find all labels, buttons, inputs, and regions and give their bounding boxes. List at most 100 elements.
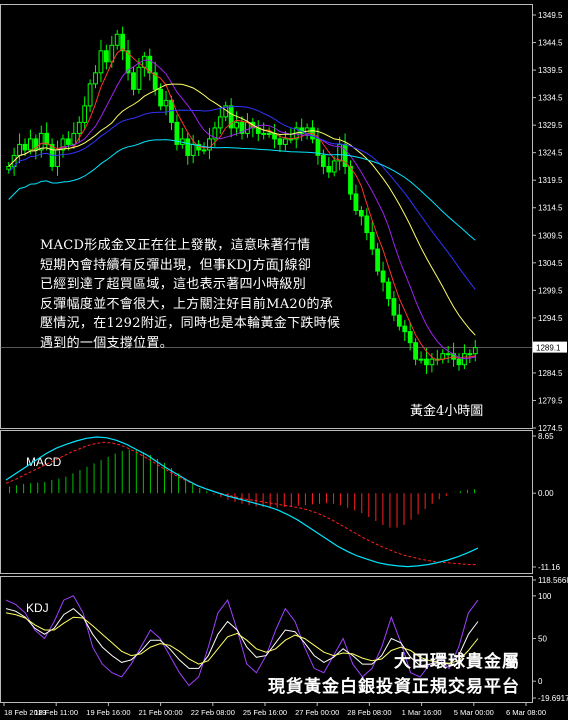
y-tick-label: 1349.5 <box>538 11 563 20</box>
y-tick-label: 1329.5 <box>538 121 563 130</box>
candle-body <box>456 358 462 366</box>
candle-body <box>190 143 196 156</box>
kdj-y-tick-label: -19.6917 <box>538 694 568 703</box>
commentary-line: 短期內會持續有反彈出現，但事KDJ方面J線卻 <box>40 257 312 273</box>
candle-body <box>234 121 239 129</box>
candle-body <box>440 353 446 360</box>
kdj-label: KDJ <box>26 601 49 615</box>
candle-body <box>429 358 435 366</box>
candle-body <box>217 116 223 129</box>
watermark-company: 大田環球貴金屬 <box>394 652 520 672</box>
candle-body <box>277 138 283 145</box>
candle-body <box>6 165 12 170</box>
candle-body <box>114 33 120 46</box>
candle-body <box>98 50 104 74</box>
macd-label: MACD <box>26 455 62 469</box>
x-tick-label: 27 Feb 00:00 <box>295 708 339 717</box>
candle-body <box>207 138 212 151</box>
x-tick-label: 25 Feb 16:00 <box>243 708 287 717</box>
candle-body <box>44 132 50 145</box>
candle-body <box>185 138 191 156</box>
y-tick-label: 1304.5 <box>538 259 563 268</box>
candle-body <box>364 215 370 234</box>
candle-body <box>413 342 419 360</box>
x-tick-label: 22 Feb 08:00 <box>191 708 235 717</box>
chart-canvas: 1349.5 1344.5 1339.5 1334.5 1329.5 1324.5 1319… <box>0 0 568 720</box>
candle-body <box>396 314 402 327</box>
x-tick-label: 5 Mar 00:00 <box>454 708 494 717</box>
candle-body <box>283 138 288 145</box>
candle-body <box>462 353 467 366</box>
candle-body <box>266 132 272 135</box>
current-price-label: 1289.1 <box>536 344 561 353</box>
candle-body <box>201 149 207 152</box>
kdj-y-tick-label: 0 <box>538 677 543 686</box>
commentary-line: 壓情況，在1292附近，同時也是本輪黃金下跌時候 <box>40 316 341 331</box>
y-tick-label: 1284.5 <box>538 369 563 378</box>
candle-body <box>375 248 381 272</box>
candle-body <box>87 83 93 107</box>
y-tick-label: 1319.5 <box>538 176 563 185</box>
candle-body <box>402 325 408 333</box>
macd-y-tick-label: 0.00 <box>538 489 554 498</box>
candle-body <box>158 88 164 107</box>
x-tick-label: 18 Feb 11:00 <box>34 708 78 717</box>
x-tick-label: 19 Feb 16:00 <box>86 708 130 717</box>
candle-body <box>369 232 375 250</box>
candle-body <box>386 281 391 300</box>
kdj-y-tick-label: 118.5668 <box>538 576 568 585</box>
candle-body <box>55 149 60 167</box>
candle-body <box>261 132 267 135</box>
candle-body <box>103 50 109 63</box>
candle-body <box>418 358 424 361</box>
x-tick-label: 6 Mar 08:00 <box>506 708 546 717</box>
y-tick-label: 1279.5 <box>538 396 563 405</box>
watermark-tagline: 現貨黃金白銀投資正規交易平台 <box>268 677 520 697</box>
candle-body <box>28 138 33 151</box>
candle-body <box>93 72 98 85</box>
candle-body <box>353 193 359 211</box>
y-tick-label: 1334.5 <box>538 94 563 103</box>
commentary-line: MACD形成金叉正在往上發散，這意味著行情 <box>40 238 311 253</box>
kdj-y-tick-label: 100 <box>538 592 552 601</box>
chart-title: 黃金4小時圖 <box>410 404 484 419</box>
candle-body <box>467 353 473 356</box>
candle-body <box>82 105 88 123</box>
x-tick-label: 1 Mar 16:00 <box>402 708 442 717</box>
macd-y-tick-label: -11.16 <box>538 563 561 572</box>
candle-body <box>445 353 451 356</box>
commentary-line: 已經到達了超買區域，這也表示著四小時級別 <box>40 277 307 292</box>
candle-body <box>320 154 326 167</box>
x-tick-label: 28 Feb 08:00 <box>347 708 391 717</box>
candle-body <box>163 99 169 107</box>
candle-body <box>76 121 82 134</box>
commentary-line: 反彈幅度並不會很大，上方關注好目前MA20的承 <box>40 296 334 312</box>
y-tick-label: 1344.5 <box>538 39 563 48</box>
candle-body <box>407 331 413 344</box>
y-tick-label: 1339.5 <box>538 66 563 75</box>
candle-body <box>358 209 364 217</box>
candle-body <box>65 138 71 145</box>
y-tick-label: 1299.5 <box>538 286 563 295</box>
commentary-line: 遇到的一個支撐位置。 <box>40 335 174 351</box>
candle-body <box>22 143 28 151</box>
x-tick-label: 21 Feb 00:00 <box>138 708 182 717</box>
candle-body <box>331 160 337 173</box>
candle-body <box>424 358 429 366</box>
candle-body <box>38 132 44 151</box>
candle-body <box>71 132 77 145</box>
candle-body <box>326 165 332 173</box>
candle-body <box>17 143 22 156</box>
candle-body <box>391 298 397 316</box>
candle-body <box>136 66 142 90</box>
macd-y-tick-label: 8.65 <box>538 432 554 441</box>
candle-body <box>380 270 386 283</box>
candle-body <box>131 72 136 90</box>
candle-body <box>348 165 353 195</box>
kdj-y-tick-label: 50 <box>538 635 547 644</box>
y-tick-label: 1324.5 <box>538 149 563 158</box>
y-tick-label: 1314.5 <box>538 204 563 213</box>
y-tick-label: 1294.5 <box>538 314 563 323</box>
y-tick-label: 1309.5 <box>538 231 563 240</box>
analysis-commentary: MACD形成金叉正在往上發散，這意味著行情 短期內會持續有反彈出現，但事KDJ方… <box>40 236 370 353</box>
